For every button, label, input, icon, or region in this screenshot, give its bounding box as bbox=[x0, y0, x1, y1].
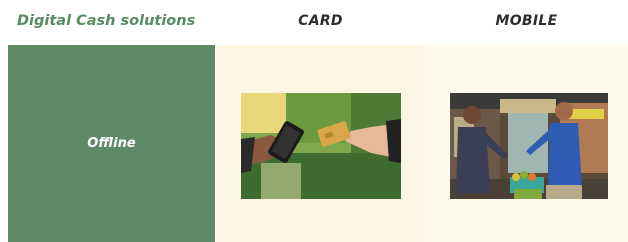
offline-label: Offline bbox=[87, 136, 136, 151]
card-payment-photo bbox=[241, 93, 401, 199]
card-payment-illustration bbox=[241, 93, 401, 199]
mobile-column-heading: MOBILE bbox=[495, 13, 558, 29]
section-title: Digital Cash solutions bbox=[17, 13, 196, 29]
card-panel bbox=[216, 45, 425, 242]
card-column-heading: CARD bbox=[298, 13, 343, 29]
offline-panel: Offline bbox=[8, 45, 215, 242]
mobile-payment-illustration bbox=[450, 93, 608, 199]
mobile-panel bbox=[426, 45, 628, 242]
mobile-payment-photo bbox=[450, 93, 608, 199]
